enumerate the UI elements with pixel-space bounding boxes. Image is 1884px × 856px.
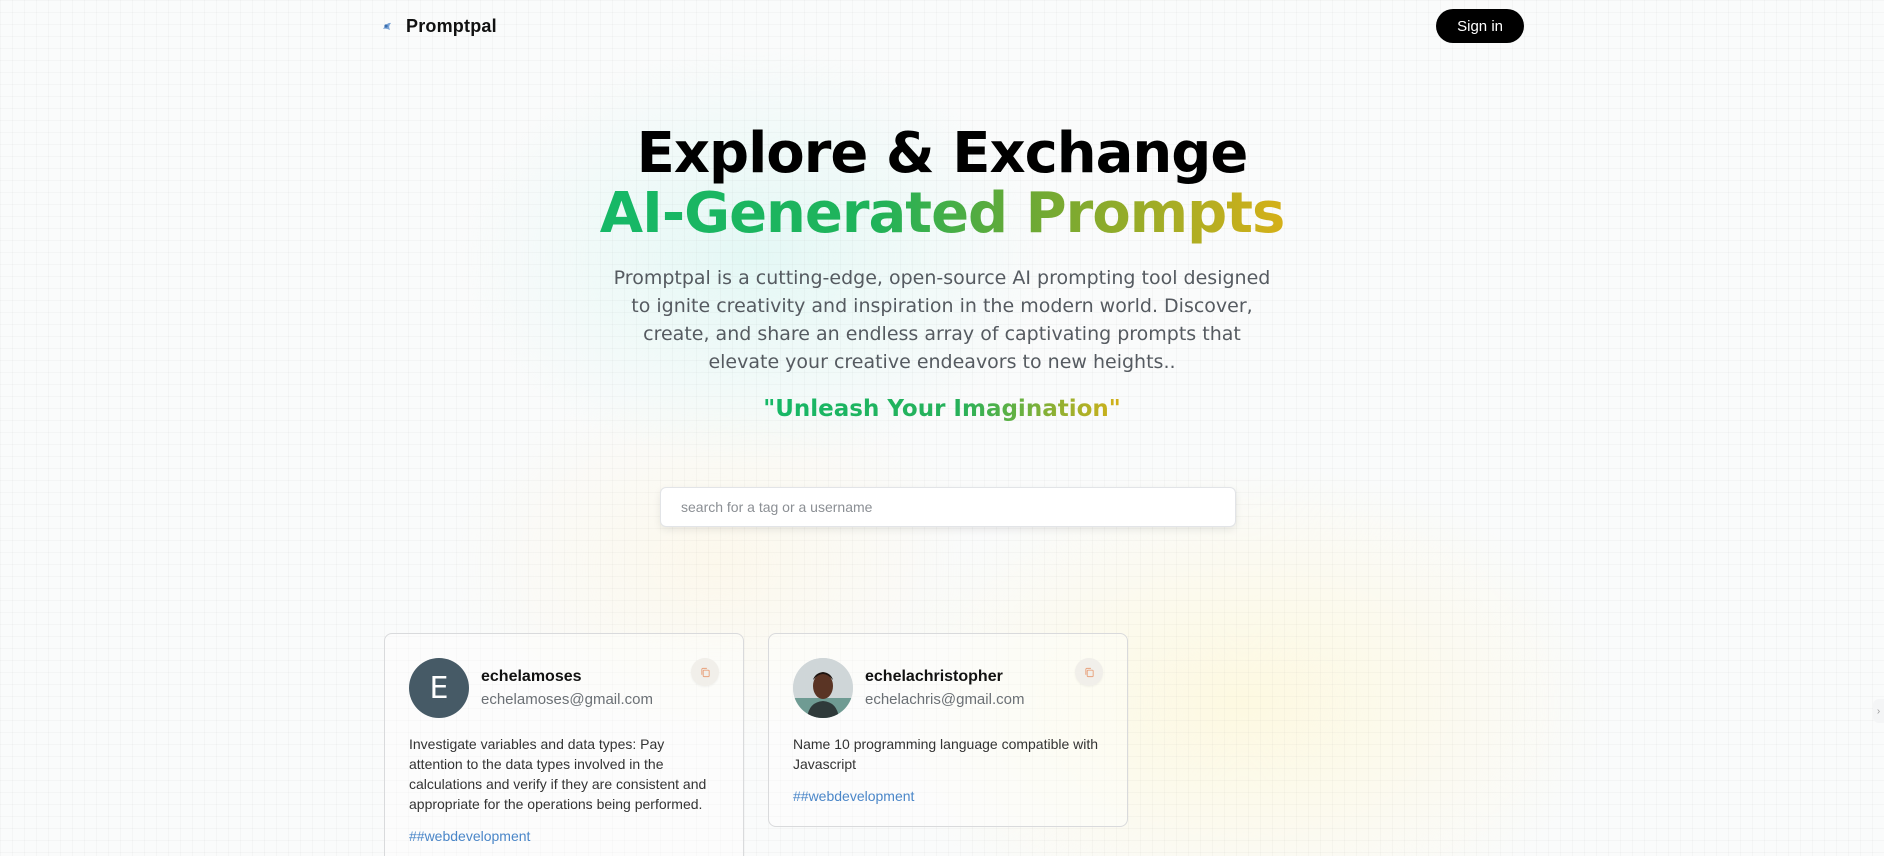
copy-icon — [700, 667, 710, 677]
avatar-photo — [793, 658, 853, 718]
prompt-tag[interactable]: ##webdevelopment — [409, 828, 530, 844]
username[interactable]: echelachristopher — [865, 668, 1075, 686]
user-email: echelachris@gmail.com — [865, 691, 1025, 708]
hero-section: Explore & Exchange AI-Generated Prompts … — [0, 124, 1884, 423]
copy-button[interactable] — [691, 658, 719, 686]
top-nav: Promptpal Sign in — [381, 7, 1524, 45]
card-header: E echelamoses echelamoses@gmail.com — [409, 658, 719, 718]
brand-name: Promptpal — [406, 15, 497, 36]
hero-description: Promptpal is a cutting-edge, open-source… — [613, 267, 1271, 373]
copy-icon — [1084, 667, 1094, 677]
sign-in-button[interactable]: Sign in — [1436, 9, 1524, 43]
hero-title-line1: Explore & Exchange — [636, 121, 1249, 186]
prompt-text: Name 10 programming language compatible … — [793, 736, 1099, 772]
card-header: echelachristopher echelachris@gmail.com — [793, 658, 1103, 718]
prompt-tag[interactable]: ##webdevelopment — [793, 788, 914, 804]
logo-icon — [383, 22, 391, 30]
tagline-text: "Unleash Your Imagination" — [763, 396, 1121, 422]
username[interactable]: echelamoses — [481, 668, 691, 686]
user-info: echelamoses echelamoses@gmail.com — [481, 668, 691, 708]
hero-title-line2: AI-Generated Prompts — [599, 181, 1286, 246]
hero-tagline: "Unleash Your Imagination" — [0, 396, 1884, 422]
user-email: echelamoses@gmail.com — [481, 691, 653, 708]
avatar[interactable]: E — [409, 658, 469, 718]
prompt-card: E echelamoses echelamoses@gmail.com Inve… — [384, 633, 744, 856]
prompt-text: Investigate variables and data types: Pa… — [409, 736, 707, 812]
user-info: echelachristopher echelachris@gmail.com — [865, 668, 1075, 708]
search-input[interactable] — [660, 487, 1236, 527]
prompt-card: echelachristopher echelachris@gmail.com … — [768, 633, 1128, 827]
avatar[interactable] — [793, 658, 853, 718]
copy-button[interactable] — [1075, 658, 1103, 686]
brand-link[interactable]: Promptpal — [381, 16, 497, 37]
hero-title: Explore & Exchange AI-Generated Prompts — [0, 124, 1884, 244]
chevron-right-icon[interactable]: › — [1873, 699, 1884, 723]
